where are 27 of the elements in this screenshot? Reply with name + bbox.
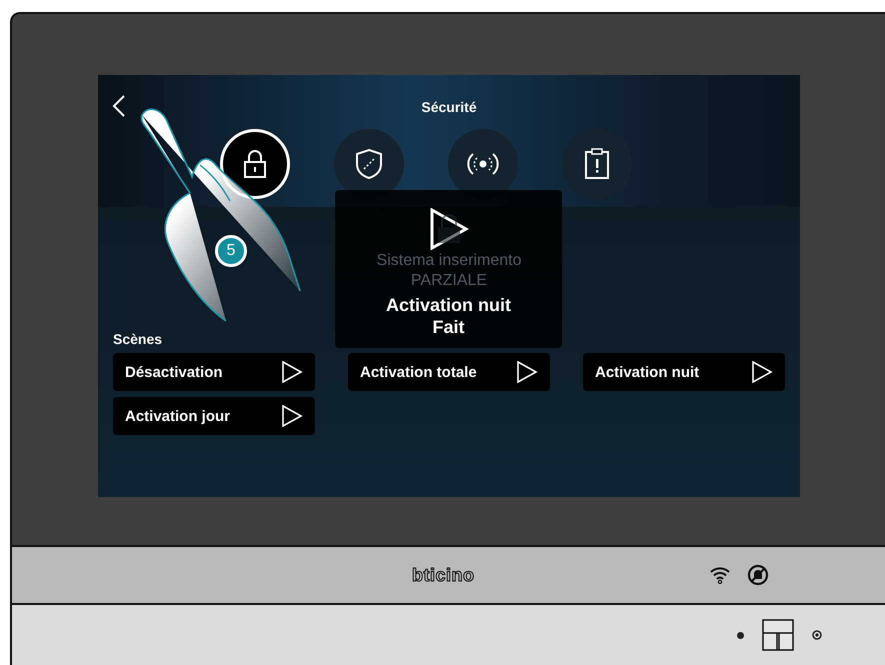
scenes-heading: Scènes — [113, 331, 164, 347]
play-icon — [751, 361, 773, 383]
play-icon — [281, 361, 303, 383]
clipboard-alert-icon — [584, 148, 610, 180]
play-icon — [281, 405, 303, 427]
muted-bell-icon — [746, 564, 768, 586]
status-text: PARZIALE — [410, 271, 488, 291]
microphone-icon — [812, 630, 822, 640]
back-icon[interactable] — [112, 95, 126, 117]
shield-icon — [355, 148, 383, 180]
play-icon — [516, 361, 538, 383]
signal-waves-icon — [465, 151, 501, 177]
lock-icon — [435, 213, 463, 245]
scene-button[interactable]: Activation totale — [348, 353, 550, 391]
status-text: Sistema inserimento — [376, 251, 522, 271]
key-button-icon[interactable] — [762, 619, 794, 651]
popup-message: Fait — [431, 316, 466, 338]
scene-button[interactable]: Activation nuit — [583, 353, 785, 391]
scene-button[interactable]: Désactivation — [113, 353, 315, 391]
scene-button[interactable]: Activation jour — [113, 397, 315, 435]
screen-title: Sécurité — [421, 99, 477, 115]
play-icon — [428, 208, 468, 250]
padlock-icon — [242, 149, 268, 179]
indicator-light-icon — [737, 632, 744, 638]
wifi-icon — [708, 566, 730, 584]
brand-logo: bticino — [412, 564, 474, 586]
popup-message: Activation nuit — [386, 294, 511, 316]
